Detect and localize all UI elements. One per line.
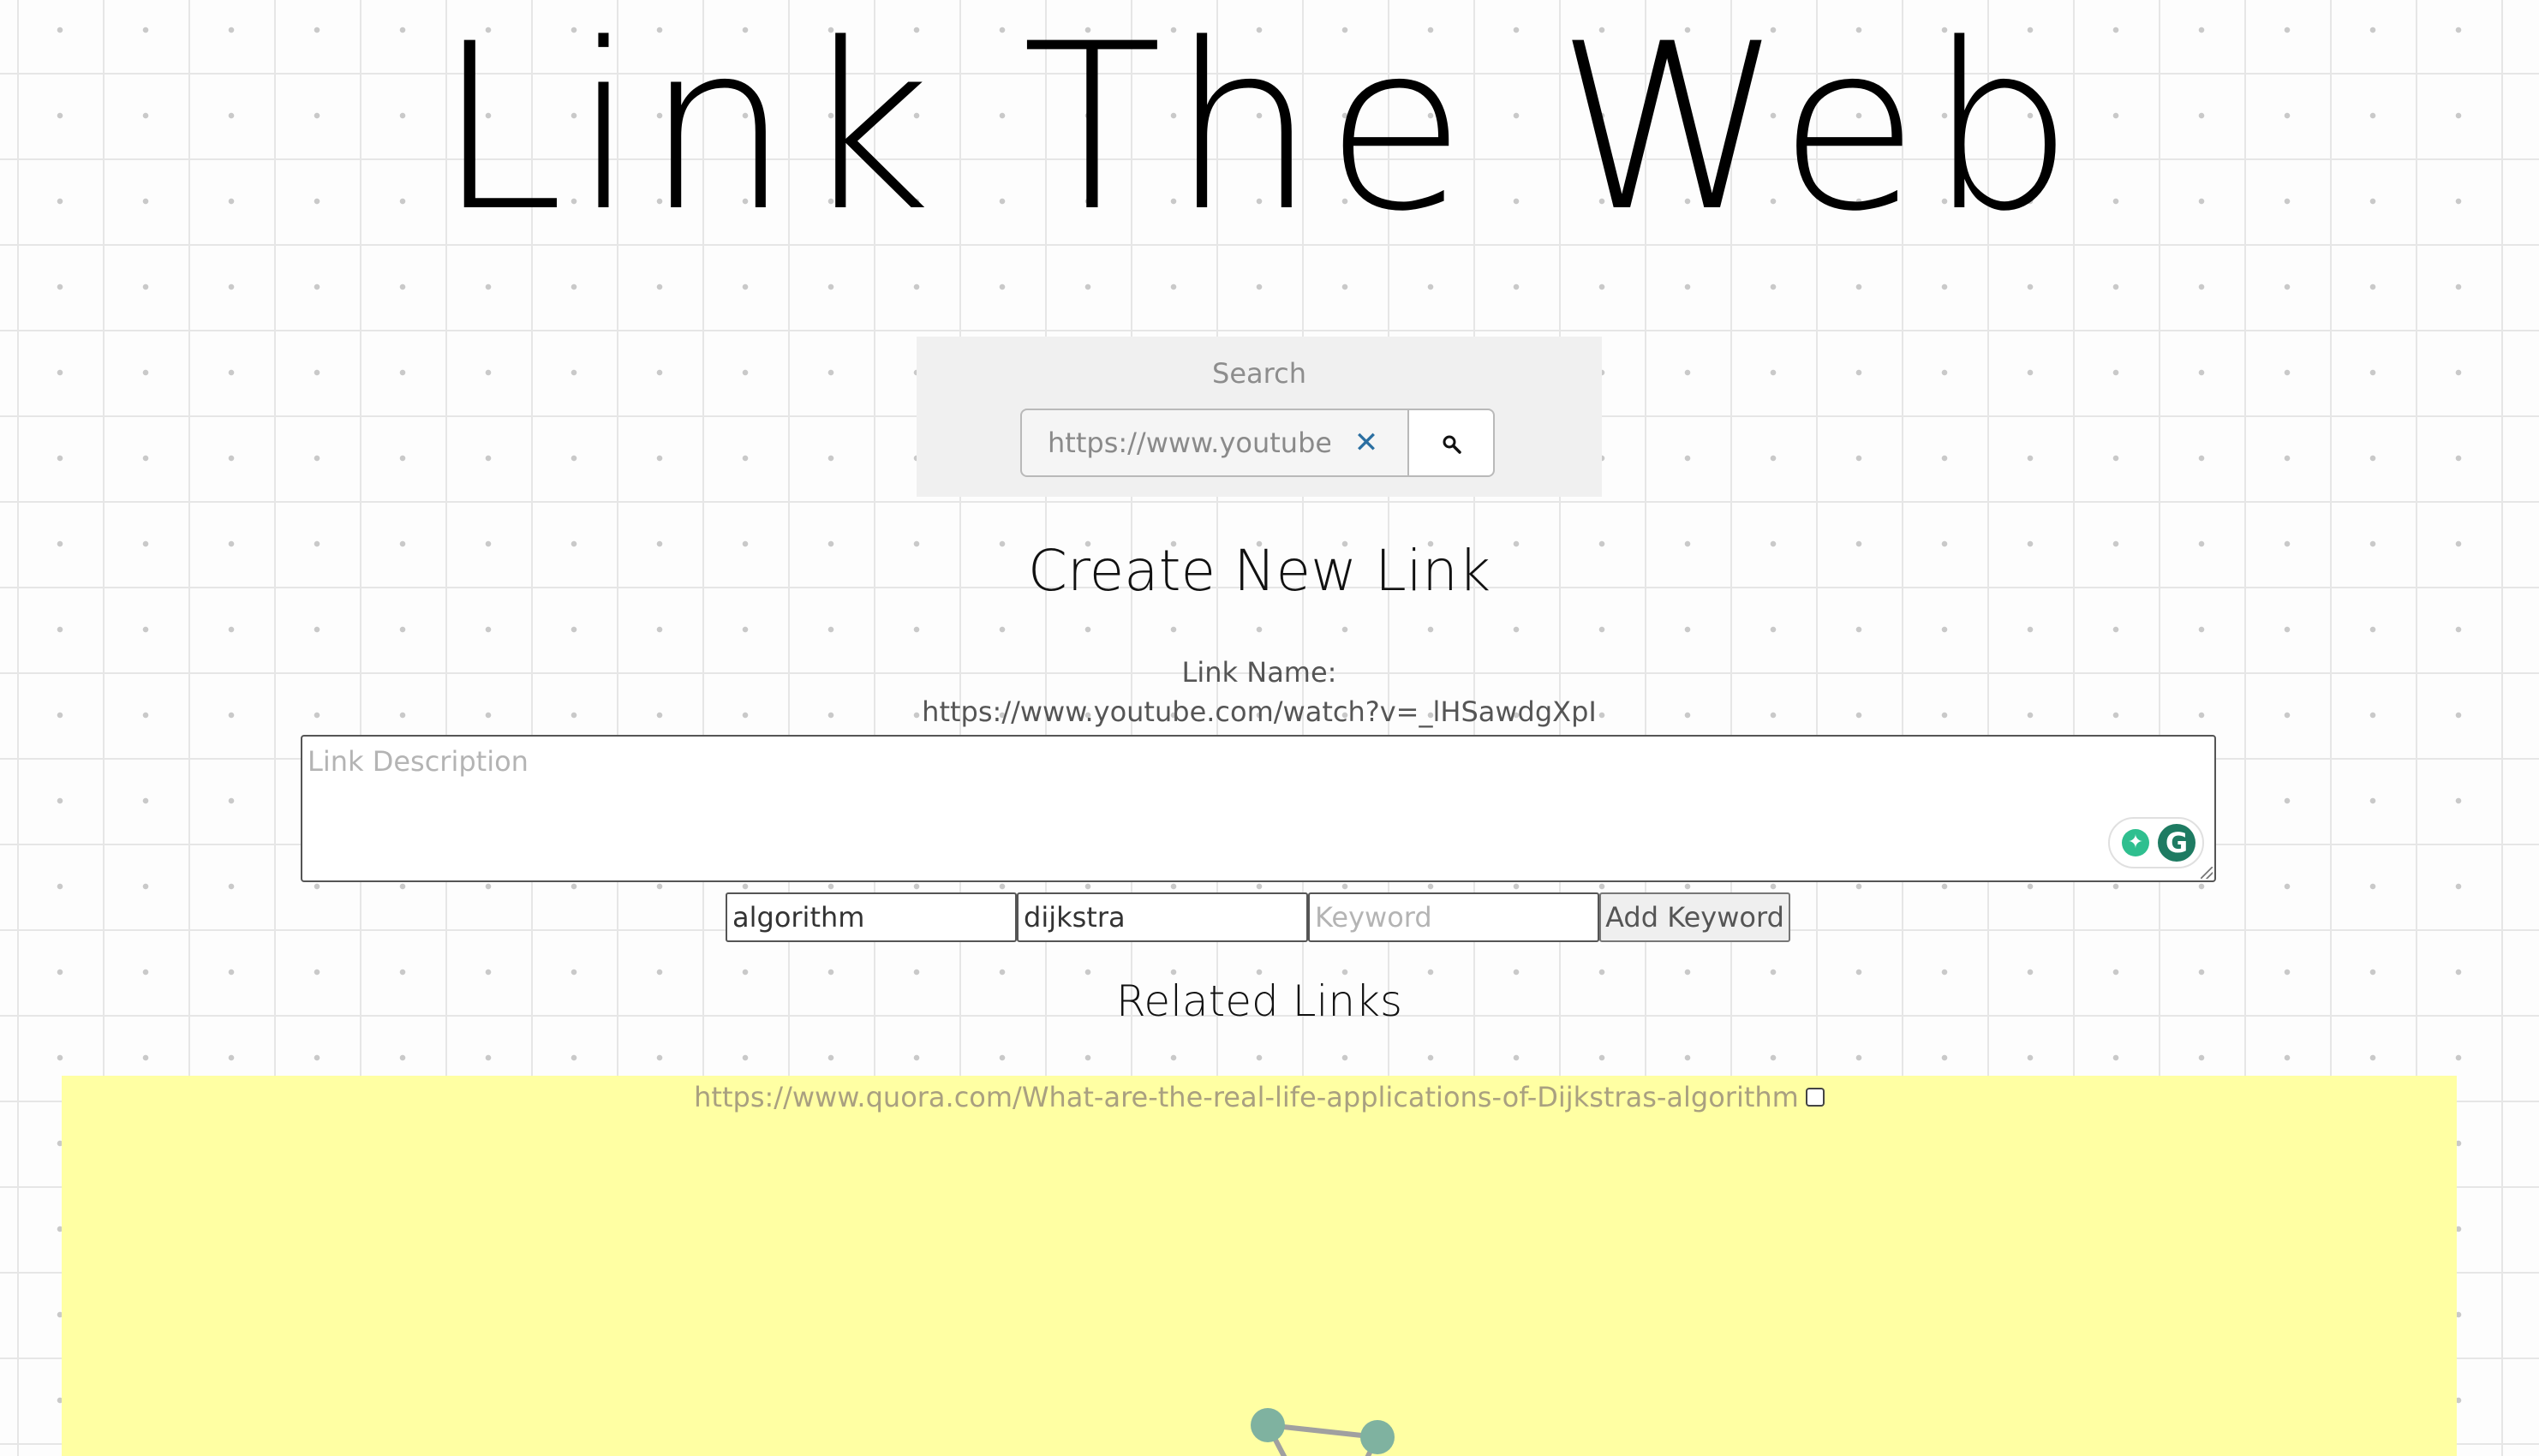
grammarly-widget[interactable]: ✦ G [2108, 817, 2204, 868]
link-name-value: https://www.youtube.com/watch?v=_lHSawdg… [922, 695, 1597, 728]
bulb-icon[interactable]: ✦ [2122, 829, 2149, 856]
graph-node[interactable] [1360, 1420, 1395, 1454]
link-description-placeholder: Link Description [308, 745, 529, 778]
search-label: Search [1212, 357, 1306, 390]
resize-handle[interactable] [2201, 867, 2213, 879]
search-button[interactable] [1409, 409, 1495, 477]
link-graph [1251, 1408, 1395, 1456]
related-link-item: https://www.quora.com/What-are-the-real-… [62, 1081, 2457, 1113]
graph-node[interactable] [1251, 1408, 1285, 1442]
related-link-url[interactable]: https://www.quora.com/What-are-the-real-… [694, 1081, 1799, 1113]
page-title: Link The Web [436, 0, 2082, 262]
keyword-input-2[interactable]: dijkstra [1017, 892, 1308, 942]
create-link-heading: Create New Link [1027, 538, 1491, 604]
keyword-input-new[interactable]: Keyword [1308, 892, 1599, 942]
related-links-panel: https://www.quora.com/What-are-the-real-… [62, 1076, 2457, 1456]
search-icon [1443, 435, 1461, 454]
close-icon[interactable]: ✕ [1351, 427, 1382, 458]
grammarly-g-icon[interactable]: G [2158, 824, 2195, 862]
search-panel: Search ✕ [917, 337, 1602, 497]
search-input[interactable] [1048, 410, 1330, 475]
related-links-heading: Related Links [1115, 976, 1403, 1026]
related-link-checkbox[interactable] [1805, 1088, 1825, 1107]
keyword-input-1[interactable]: algorithm [726, 892, 1017, 942]
add-keyword-button[interactable]: Add Keyword [1599, 892, 1790, 942]
search-box[interactable]: ✕ [1020, 409, 1409, 477]
link-description-textarea[interactable]: Link Description ✦ G [301, 735, 2216, 882]
link-name-label: Link Name: [1181, 656, 1337, 689]
